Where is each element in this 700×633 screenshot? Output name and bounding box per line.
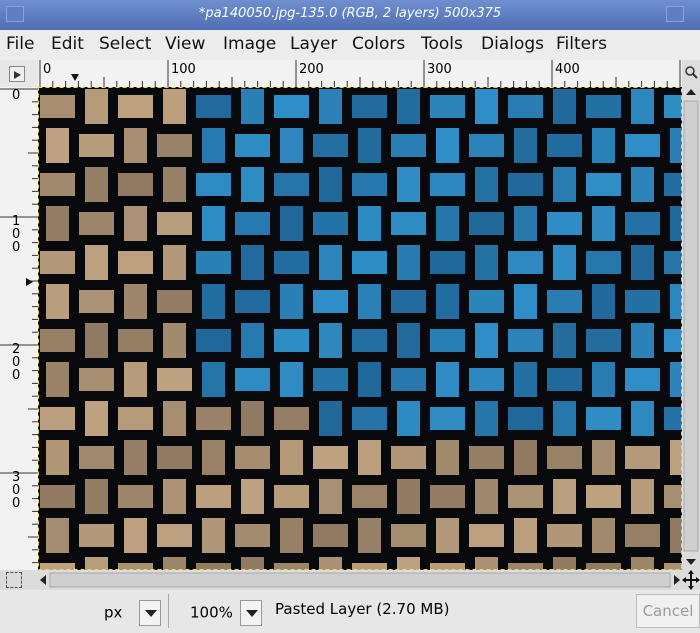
navigate-icon[interactable] — [682, 570, 700, 590]
vertical-scrollbar[interactable] — [682, 87, 700, 570]
vertical-ruler[interactable]: 0 100 200 300 — [0, 87, 39, 570]
vruler-label-100: 100 — [12, 214, 21, 255]
zoom-value: 100% — [190, 603, 233, 622]
maximize-button[interactable] — [666, 6, 684, 22]
quick-mask-icon[interactable] — [6, 572, 22, 588]
pointer-marker-icon — [71, 74, 79, 81]
vruler-label-300: 300 — [12, 470, 21, 511]
woven-image — [38, 87, 682, 570]
menu-file[interactable]: File — [6, 34, 34, 54]
status-message: Pasted Layer (2.70 MB) — [275, 600, 450, 618]
chevron-down-icon[interactable] — [139, 600, 162, 626]
menu-colors[interactable]: Colors — [352, 34, 405, 54]
hruler-label-400: 400 — [555, 62, 580, 77]
horizontal-scrollbar-row — [0, 570, 700, 590]
vruler-label-200: 200 — [12, 342, 21, 383]
zoom-on-resize-button[interactable] — [682, 60, 700, 87]
menu-dialogs[interactable]: Dialogs — [481, 34, 544, 54]
horizontal-ruler-ticks — [39, 60, 681, 87]
hruler-label-300: 300 — [427, 62, 452, 77]
menu-select[interactable]: Select — [99, 34, 151, 54]
chevron-down-icon[interactable] — [239, 600, 262, 626]
hruler-label-0: 0 — [43, 62, 52, 77]
hruler-label-200: 200 — [299, 62, 324, 77]
pointer-marker-icon — [26, 278, 33, 286]
window-title: *pa140050.jpg-135.0 (RGB, 2 layers) 500x… — [198, 6, 502, 21]
menu-layer[interactable]: Layer — [290, 34, 337, 54]
unit-value: px — [104, 603, 123, 622]
zoom-selector[interactable]: 100% — [190, 600, 262, 626]
image-canvas[interactable] — [38, 87, 682, 570]
unit-selector[interactable]: px — [104, 600, 162, 626]
horizontal-ruler[interactable]: 0 100 200 300 400 — [38, 60, 682, 88]
toggle-menu-button[interactable] — [9, 66, 25, 82]
title-bar: *pa140050.jpg-135.0 (RGB, 2 layers) 500x… — [0, 0, 700, 30]
horizontal-scrollbar[interactable] — [38, 570, 682, 590]
menu-bar: File Edit Select View Image Layer Colors… — [0, 30, 700, 60]
menu-filters[interactable]: Filters — [556, 34, 607, 54]
hruler-label-100: 100 — [171, 62, 196, 77]
cancel-button[interactable]: Cancel — [636, 594, 700, 628]
menu-tools[interactable]: Tools — [421, 34, 463, 54]
menu-edit[interactable]: Edit — [51, 34, 84, 54]
vruler-label-0: 0 — [12, 88, 21, 103]
menu-view[interactable]: View — [165, 34, 205, 54]
zoom-icon — [685, 66, 698, 79]
ruler-corner — [0, 60, 38, 87]
menu-image[interactable]: Image — [223, 34, 276, 54]
triangle-right-icon — [14, 71, 21, 79]
vertical-scroll-arrows — [683, 89, 699, 565]
